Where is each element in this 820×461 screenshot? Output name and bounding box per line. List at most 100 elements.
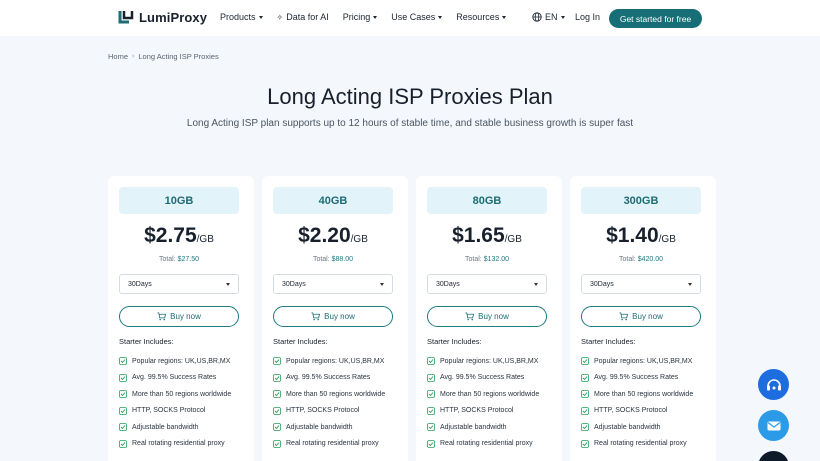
breadcrumb-home[interactable]: Home — [108, 52, 128, 61]
feature-text: Popular regions: UK,US,BR,MX — [594, 357, 693, 365]
feature-text: Popular regions: UK,US,BR,MX — [440, 357, 539, 365]
duration-select[interactable]: 30Days — [273, 274, 393, 294]
check-icon — [119, 423, 127, 432]
includes-title: Starter Includes: — [581, 337, 636, 346]
check-icon — [581, 390, 589, 399]
support-chat-button[interactable] — [758, 369, 789, 400]
price-amount: $1.65 — [452, 224, 505, 247]
menu-use-cases[interactable]: Use Cases — [391, 12, 443, 22]
plan-price: $2.20/GB — [262, 224, 404, 248]
buy-now-button[interactable]: Buy now — [581, 306, 701, 327]
list-item: More than 50 regions worldwide — [427, 386, 539, 403]
plan-total: Total: $88.00 — [262, 256, 404, 263]
menu-label: Products — [220, 12, 256, 22]
plan-price: $1.65/GB — [416, 224, 558, 248]
duration-value: 30Days — [590, 280, 614, 288]
feature-text: Popular regions: UK,US,BR,MX — [286, 357, 385, 365]
chevron-down-icon — [688, 282, 692, 286]
check-icon — [581, 439, 589, 448]
price-unit: /GB — [658, 234, 676, 245]
cart-icon — [311, 312, 321, 321]
login-link[interactable]: Log In — [575, 12, 600, 22]
includes-title: Starter Includes: — [119, 337, 174, 346]
feature-text: More than 50 regions worldwide — [286, 390, 386, 398]
menu-label: Data for AI — [286, 12, 329, 22]
check-icon — [427, 423, 435, 432]
chevron-down-icon — [380, 282, 384, 286]
cart-icon — [619, 312, 629, 321]
plan-name: 10GB — [119, 187, 239, 214]
menu-data-for-ai[interactable]: ✧ Data for AI — [277, 12, 329, 22]
plan-card: 80GB $1.65/GB Total: $132.00 30Days Buy … — [416, 176, 562, 461]
plan-name: 40GB — [273, 187, 393, 214]
list-item: Adjustable bandwidth — [581, 419, 693, 436]
page-title: Long Acting ISP Proxies Plan — [267, 84, 553, 109]
buy-now-button[interactable]: Buy now — [427, 306, 547, 327]
feature-text: Adjustable bandwidth — [132, 423, 199, 431]
list-item: Avg. 99.5% Success Rates — [581, 370, 693, 387]
feature-list: Popular regions: UK,US,BR,MX Avg. 99.5% … — [427, 353, 539, 452]
menu-label: Use Cases — [391, 12, 436, 22]
language-label: EN — [545, 12, 558, 22]
total-label: Total: — [619, 256, 636, 263]
list-item: More than 50 regions worldwide — [273, 386, 385, 403]
list-item: Adjustable bandwidth — [427, 419, 539, 436]
breadcrumb: Home › Long Acting ISP Proxies — [108, 52, 219, 61]
breadcrumb-current: Long Acting ISP Proxies — [138, 52, 219, 61]
plan-card: 10GB $2.75/GB Total: $27.50 30Days Buy n… — [108, 176, 254, 461]
list-item: HTTP, SOCKS Protocol — [119, 403, 231, 420]
menu-label: Pricing — [342, 12, 371, 22]
email-button[interactable] — [758, 410, 789, 441]
menu-resources[interactable]: Resources — [456, 12, 507, 22]
duration-select[interactable]: 30Days — [427, 274, 547, 294]
price-unit: /GB — [504, 234, 522, 245]
check-icon — [273, 390, 281, 399]
duration-select[interactable]: 30Days — [581, 274, 701, 294]
feature-text: Avg. 99.5% Success Rates — [286, 374, 371, 382]
list-item: HTTP, SOCKS Protocol — [273, 403, 385, 420]
list-item: HTTP, SOCKS Protocol — [581, 403, 693, 420]
scroll-top-button[interactable] — [758, 451, 789, 461]
price-unit: /GB — [350, 234, 368, 245]
feature-text: HTTP, SOCKS Protocol — [594, 407, 668, 415]
globe-icon — [532, 12, 542, 22]
menu-pricing[interactable]: Pricing — [343, 12, 378, 22]
chevron-down-icon — [560, 15, 565, 19]
feature-text: HTTP, SOCKS Protocol — [286, 407, 360, 415]
total-label: Total: — [158, 256, 176, 263]
duration-select[interactable]: 30Days — [119, 274, 239, 294]
duration-value: 30Days — [436, 280, 460, 288]
logo-text: LumiProxy — [139, 9, 208, 25]
total-value: $132.00 — [483, 256, 509, 263]
mail-icon — [767, 421, 780, 430]
includes-title: Starter Includes: — [273, 337, 328, 346]
list-item: Adjustable bandwidth — [273, 419, 385, 436]
feature-text: Real rotating residential proxy — [594, 440, 687, 448]
menu-products[interactable]: Products — [220, 12, 263, 22]
get-started-button[interactable]: Get started for free — [609, 9, 702, 28]
support-icon — [766, 378, 781, 390]
feature-text: Adjustable bandwidth — [286, 423, 353, 431]
plan-total: Total: $132.00 — [416, 256, 558, 263]
list-item: Real rotating residential proxy — [581, 436, 693, 453]
list-item: Real rotating residential proxy — [273, 436, 385, 453]
total-value: $27.50 — [177, 256, 200, 263]
check-icon — [273, 406, 281, 415]
menu-label: Resources — [456, 12, 500, 22]
buy-now-button[interactable]: Buy now — [119, 306, 239, 327]
logo[interactable]: LumiProxy — [118, 9, 207, 25]
check-icon — [427, 439, 435, 448]
language-selector[interactable]: EN — [532, 12, 565, 22]
feature-text: Avg. 99.5% Success Rates — [132, 374, 217, 382]
cart-icon — [157, 312, 167, 321]
feature-text: More than 50 regions worldwide — [132, 390, 232, 398]
cart-icon — [465, 312, 475, 321]
feature-list: Popular regions: UK,US,BR,MX Avg. 99.5% … — [581, 353, 693, 452]
list-item: Avg. 99.5% Success Rates — [273, 370, 385, 387]
list-item: More than 50 regions worldwide — [119, 386, 231, 403]
list-item: Avg. 99.5% Success Rates — [119, 370, 231, 387]
buy-now-label: Buy now — [632, 312, 663, 321]
feature-text: Real rotating residential proxy — [132, 440, 225, 448]
buy-now-button[interactable]: Buy now — [273, 306, 393, 327]
plan-card: 300GB $1.40/GB Total: $420.00 30Days Buy… — [570, 176, 716, 461]
